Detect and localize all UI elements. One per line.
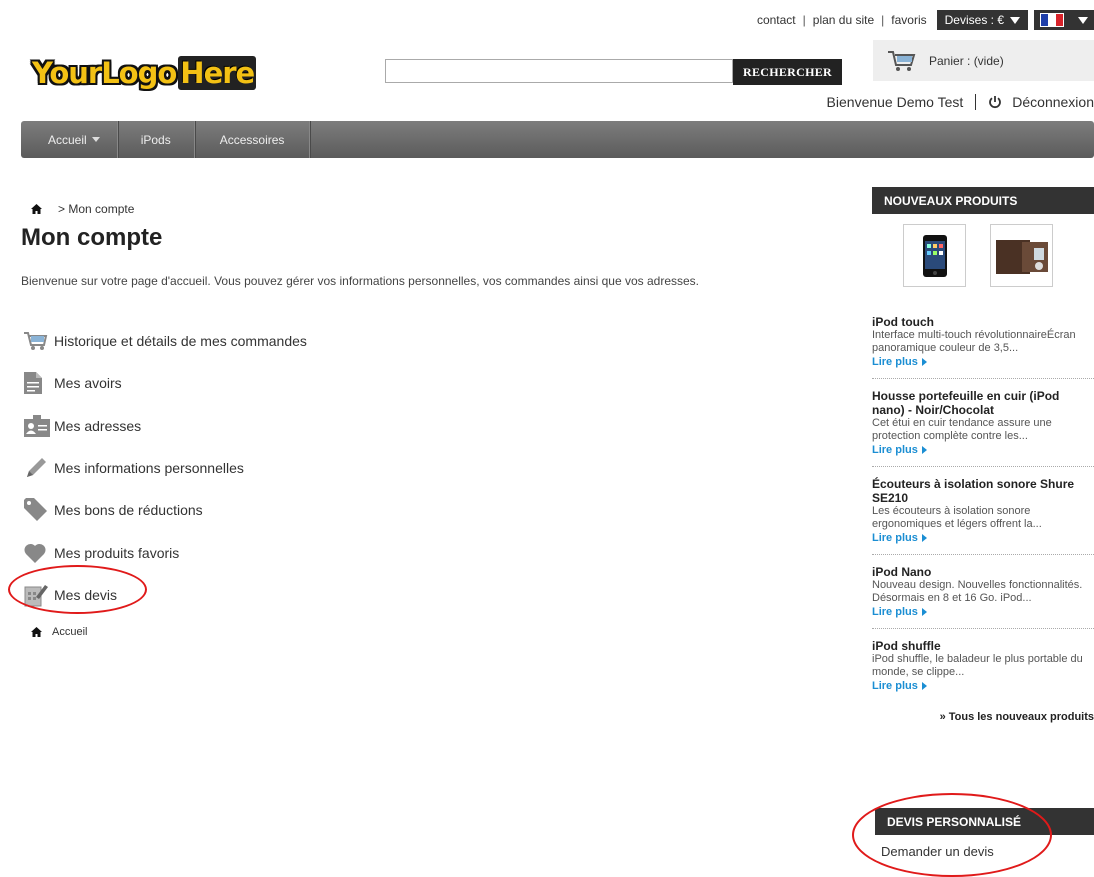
menu-item-label: Mes avoirs [54,375,122,392]
site-logo[interactable]: YourLogo Here [32,52,257,94]
search-button[interactable]: RECHERCHER [733,59,843,85]
home-link-label: Accueil [52,626,88,638]
read-more-label: Lire plus [872,356,918,368]
sitemap-link[interactable]: plan du site [813,13,874,27]
sidebar: NOUVEAUX PRODUITS iPod touch Interface m… [872,187,1094,723]
product-description: iPod shuffle, le baladeur le plus portab… [872,653,1083,678]
breadcrumb-current: > Mon compte [58,202,135,216]
read-more-label: Lire plus [872,532,918,544]
read-more-link[interactable]: Lire plus [872,531,1094,545]
welcome-text: Bienvenue Demo Test [826,94,964,110]
arrow-right-icon [921,608,927,616]
product-description: Interface multi-touch révolutionnaireÉcr… [872,329,1076,354]
address-card-icon [24,414,50,437]
product-name[interactable]: iPod Nano [872,565,1094,579]
nav-label: iPods [140,132,171,147]
favorites-link[interactable]: favoris [891,13,926,27]
menu-item-label: Mes informations personnelles [54,460,244,477]
highlight-circle [852,793,1052,877]
tag-icon [24,498,47,522]
nav-item-accueil[interactable]: Accueil [21,121,118,158]
currency-dropdown[interactable]: Devises : € [936,10,1028,30]
read-more-link[interactable]: Lire plus [872,443,1094,457]
product-description: Cet étui en cuir tendance assure une pro… [872,417,1052,442]
product-thumbnail[interactable] [990,224,1053,287]
cart-icon [24,332,48,351]
read-more-link[interactable]: Lire plus [872,605,1094,619]
search-input[interactable] [385,59,733,83]
product-name[interactable]: iPod touch [872,315,1094,329]
product-item: Écouteurs à isolation sonore Shure SE210… [872,467,1094,555]
ipod-touch-image [922,234,947,277]
top-links: contact | plan du site | favoris Devises… [757,10,1094,30]
home-icon [31,627,42,637]
product-item: iPod shuffle iPod shuffle, le baladeur l… [872,629,1094,702]
read-more-link[interactable]: Lire plus [872,355,1094,369]
menu-item-addresses[interactable]: Mes adresses [24,405,307,447]
french-flag-icon [1040,13,1064,27]
arrow-right-icon [921,534,927,542]
main-nav: Accueil iPods Accessoires [21,121,1094,158]
product-item: Housse portefeuille en cuir (iPod nano) … [872,379,1094,467]
power-icon [989,96,1002,109]
document-icon [24,372,42,395]
welcome-bar: Bienvenue Demo Test Déconnexion [827,94,1094,110]
page-title: Mon compte [21,224,163,251]
product-thumbnail[interactable] [903,224,966,287]
cart-summary[interactable]: Panier : (vide) [873,40,1094,81]
product-item: iPod Nano Nouveau design. Nouvelles fonc… [872,555,1094,629]
logo-text: YourLogo [32,56,177,90]
breadcrumb: > Mon compte [31,202,140,216]
read-more-label: Lire plus [872,680,918,692]
separator [975,94,977,110]
menu-item-credit-slips[interactable]: Mes avoirs [24,362,307,404]
read-more-link[interactable]: Lire plus [872,679,1094,693]
cart-label: Panier : (vide) [929,53,1004,68]
language-dropdown[interactable] [1034,10,1094,30]
menu-item-orders[interactable]: Historique et détails de mes commandes [24,320,307,362]
heart-icon [24,543,46,563]
product-name[interactable]: iPod shuffle [872,639,1094,653]
menu-item-vouchers[interactable]: Mes bons de réductions [24,489,307,531]
menu-item-personal-info[interactable]: Mes informations personnelles [24,447,307,489]
menu-item-label: Historique et détails de mes commandes [54,333,307,350]
product-thumbnails [903,224,1094,287]
highlight-circle [8,565,147,614]
menu-item-label: Mes bons de réductions [54,502,203,519]
read-more-label: Lire plus [872,444,918,456]
logout-link[interactable]: Déconnexion [1012,94,1094,110]
product-description: Nouveau design. Nouvelles fonctionnalité… [872,579,1083,604]
nav-item-accessoires[interactable]: Accessoires [195,121,311,158]
read-more-label: Lire plus [872,606,918,618]
separator: | [881,13,885,27]
home-icon[interactable] [31,204,42,214]
search-form: RECHERCHER [385,59,843,85]
new-products-title[interactable]: NOUVEAUX PRODUITS [872,187,1094,214]
leather-case-image [995,239,1048,274]
caret-down-icon [91,137,100,142]
cart-icon [888,50,916,71]
chevron-down-icon [1078,16,1088,24]
separator: | [802,13,806,27]
menu-item-label: Mes produits favoris [54,544,180,561]
chevron-down-icon [1010,16,1020,24]
product-item: iPod touch Interface multi-touch révolut… [872,309,1094,379]
product-description: Les écouteurs à isolation sonore ergonom… [872,505,1042,530]
menu-item-label: Mes adresses [54,417,142,434]
currency-label: Devises : € [944,13,1004,27]
product-name[interactable]: Écouteurs à isolation sonore Shure SE210 [872,477,1094,505]
product-name[interactable]: Housse portefeuille en cuir (iPod nano) … [872,389,1094,417]
nav-label: Accueil [48,132,87,147]
nav-label: Accessoires [219,132,285,147]
pencil-icon [27,458,46,478]
arrow-right-icon [921,446,927,454]
home-link[interactable]: Accueil [31,626,87,638]
nav-item-ipods[interactable]: iPods [118,121,195,158]
all-new-products-link[interactable]: » Tous les nouveaux produits [872,711,1094,723]
logo-text-highlight: Here [178,56,257,90]
arrow-right-icon [921,682,927,690]
intro-text: Bienvenue sur votre page d'accueil. Vous… [21,274,699,288]
arrow-right-icon [921,358,927,366]
contact-link[interactable]: contact [757,13,796,27]
